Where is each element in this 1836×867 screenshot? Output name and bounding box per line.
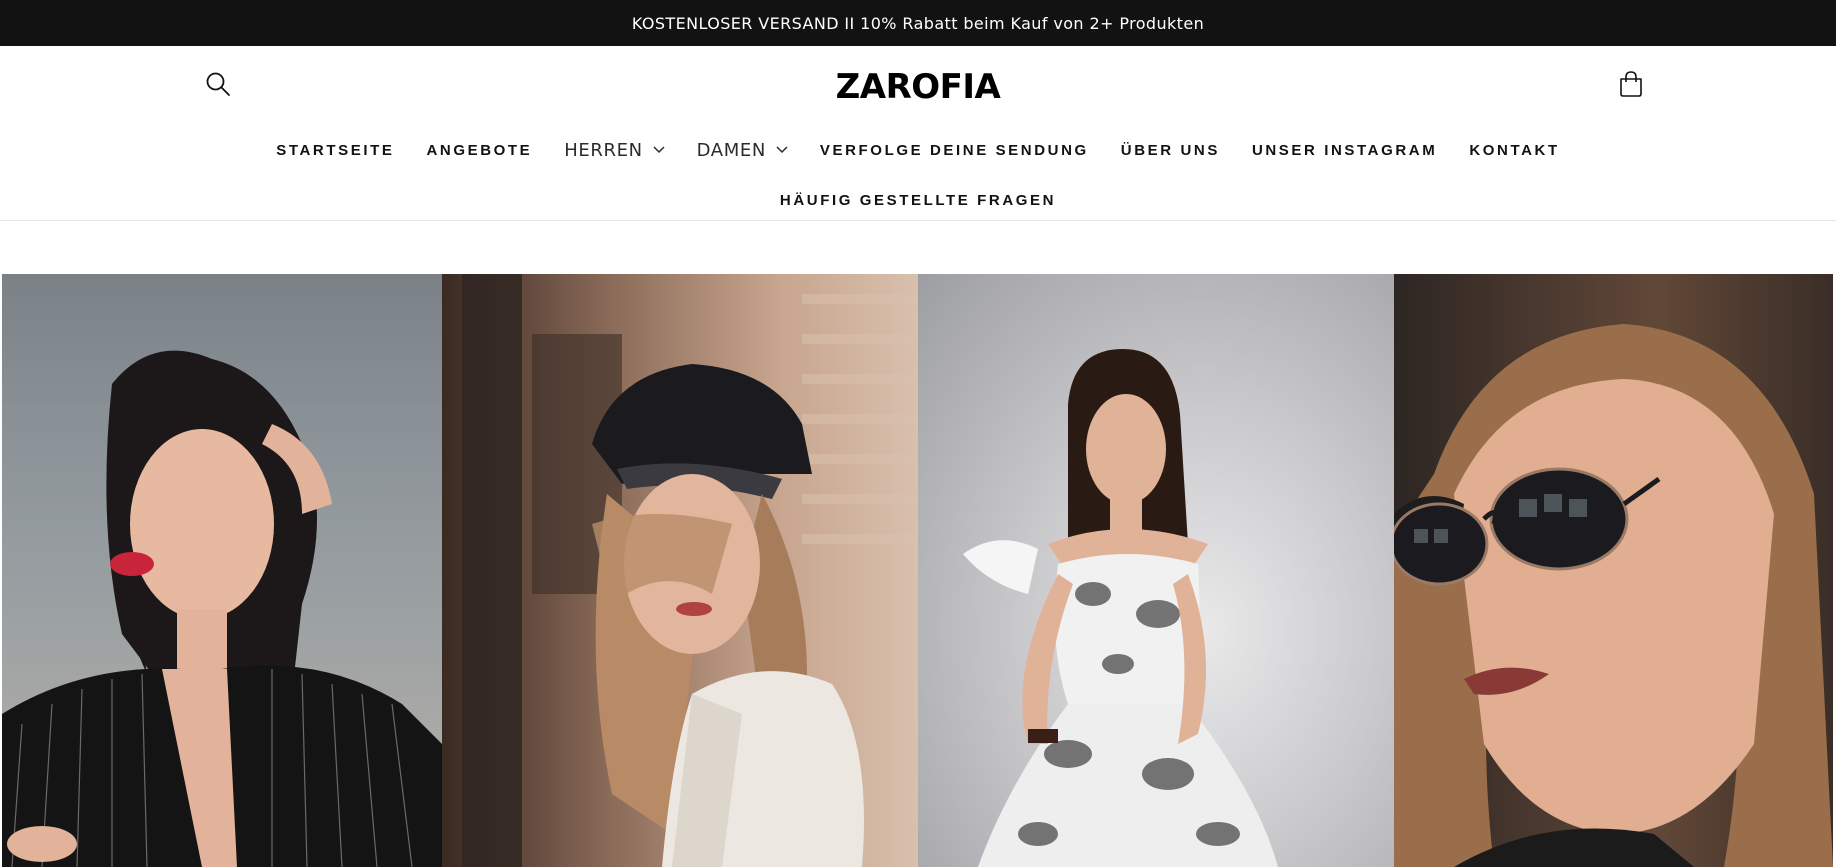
nav-item-damen-label: DAMEN <box>696 139 766 161</box>
nav-item-faq[interactable]: HÄUFIG GESTELLTE FRAGEN <box>780 192 1056 209</box>
chevron-down-icon <box>653 146 665 154</box>
nav-item-ueber-uns[interactable]: ÜBER UNS <box>1121 142 1220 159</box>
cart-button[interactable] <box>1613 66 1649 102</box>
site-header: ZAROFIA STARTSEITE ANGEBOTE HERREN DAMEN… <box>0 46 1836 221</box>
main-nav-row-2: HÄUFIG GESTELLTE FRAGEN <box>0 180 1836 220</box>
announcement-bar: KOSTENLOSER VERSAND II 10% Rabatt beim K… <box>0 0 1836 46</box>
nav-item-herren[interactable]: HERREN <box>564 139 665 161</box>
search-icon <box>206 72 230 96</box>
cart-icon <box>1620 71 1642 97</box>
hero-photo-woman-cap <box>442 274 918 867</box>
nav-item-angebote[interactable]: ANGEBOTE <box>426 142 532 159</box>
nav-item-damen[interactable]: DAMEN <box>697 140 788 161</box>
announcement-text: KOSTENLOSER VERSAND II 10% Rabatt beim K… <box>631 13 1205 33</box>
hero-photo-woman-floral-dress <box>918 274 1394 867</box>
hero-photo-woman-sunglasses <box>1394 274 1833 867</box>
nav-item-sendung[interactable]: VERFOLGE DEINE SENDUNG <box>820 142 1089 159</box>
hero-photo-woman-pinstripe-blazer <box>2 274 442 867</box>
hero-image-collage[interactable] <box>2 274 1833 867</box>
nav-item-startseite[interactable]: STARTSEITE <box>276 142 394 159</box>
nav-item-kontakt[interactable]: KONTAKT <box>1469 142 1559 159</box>
main-nav: STARTSEITE ANGEBOTE HERREN DAMEN VERFOLG… <box>0 130 1836 170</box>
nav-item-instagram[interactable]: UNSER INSTAGRAM <box>1252 142 1437 159</box>
search-button[interactable] <box>200 66 236 102</box>
chevron-down-icon <box>776 146 788 154</box>
nav-item-herren-label: HERREN <box>564 139 643 161</box>
site-logo[interactable]: ZAROFIA <box>818 64 1018 110</box>
